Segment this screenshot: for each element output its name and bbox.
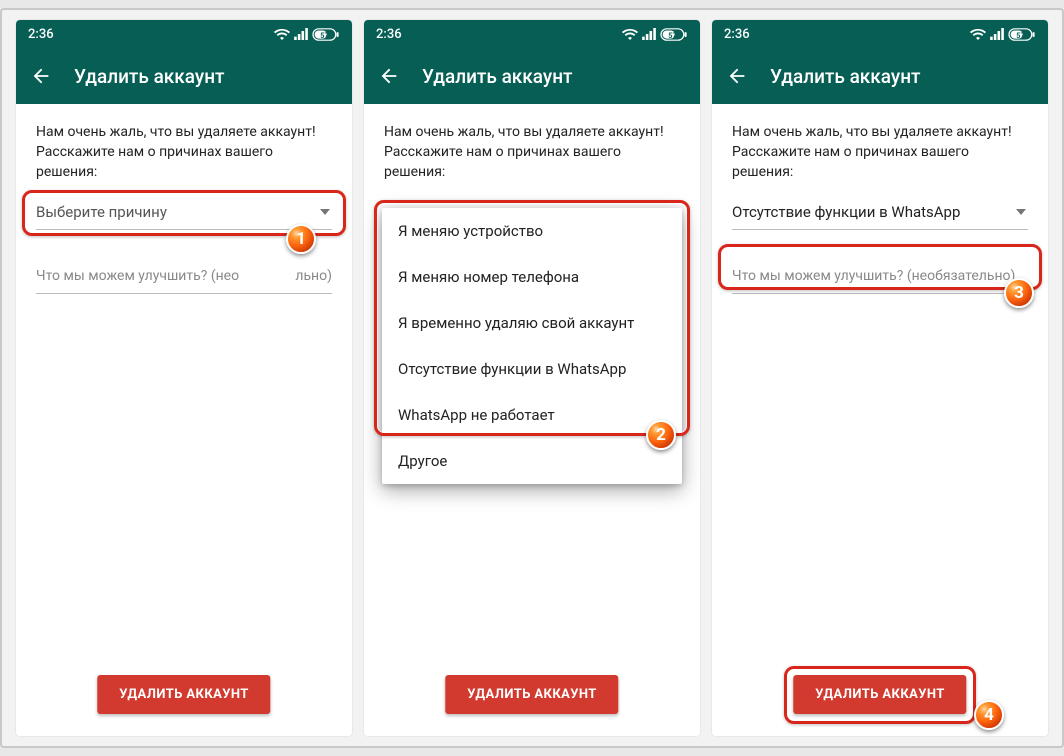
battery-icon: 57 [312,28,340,41]
screen-body: Нам очень жаль, что вы удаляете аккаунт!… [16,104,352,736]
screen-body: Нам очень жаль, что вы удаляете аккаунт!… [712,104,1048,736]
improve-input[interactable]: Что мы можем улучшить? (нео льно) [36,258,332,294]
reason-select-label: Отсутствие функции в WhatsApp [732,203,960,221]
delete-account-button[interactable]: УДАЛИТЬ АККАУНТ [97,675,270,714]
wifi-icon [970,28,986,40]
intro-text: Нам очень жаль, что вы удаляете аккаунт!… [384,122,680,182]
svg-text:57: 57 [1016,30,1024,39]
reason-select-label: Выберите причину [36,203,167,221]
page-title: Удалить аккаунт [770,65,921,88]
reason-select[interactable]: Выберите причину [36,194,332,230]
dropdown-item[interactable]: Я временно удаляю свой аккаунт [382,300,682,346]
delete-account-button[interactable]: УДАЛИТЬ АККАУНТ [793,675,966,714]
dropdown-item[interactable]: Отсутствие функции в WhatsApp [382,346,682,392]
app-bar: Удалить аккаунт [364,48,700,104]
reason-dropdown: Я меняю устройство Я меняю номер телефон… [382,208,682,484]
intro-text: Нам очень жаль, что вы удаляете аккаунт!… [732,122,1028,182]
improve-placeholder-right: льно) [295,268,332,284]
svg-text:57: 57 [668,30,676,39]
battery-icon: 57 [1008,28,1036,41]
phone-screen-2: 2:36 57 Удалить аккаунт Нам очень жаль, … [364,20,700,736]
chevron-down-icon [1016,209,1026,215]
improve-input[interactable]: Что мы можем улучшить? (необязательно) [732,258,1028,294]
svg-text:57: 57 [320,30,328,39]
status-icons: 57 [622,28,688,41]
phone-screen-1: 2:36 57 Удалить аккаунт Нам очень жаль, … [16,20,352,736]
dropdown-item[interactable]: Я меняю устройство [382,208,682,254]
intro-text: Нам очень жаль, что вы удаляете аккаунт!… [36,122,332,182]
delete-account-button[interactable]: УДАЛИТЬ АККАУНТ [445,675,618,714]
dropdown-item[interactable]: WhatsApp не работает [382,392,682,438]
status-time: 2:36 [724,27,750,42]
app-bar: Удалить аккаунт [16,48,352,104]
back-arrow-icon[interactable] [378,65,400,87]
phone-screen-3: 2:36 57 Удалить аккаунт Нам очень жаль, … [712,20,1048,736]
status-icons: 57 [970,28,1036,41]
wifi-icon [274,28,290,40]
reason-select[interactable]: Отсутствие функции в WhatsApp [732,194,1028,230]
app-bar: Удалить аккаунт [712,48,1048,104]
improve-placeholder: Что мы можем улучшить? (необязательно) [732,268,1015,284]
improve-placeholder-left: Что мы можем улучшить? (нео [36,268,239,284]
dropdown-item[interactable]: Другое [382,438,682,484]
signal-icon [990,28,1004,40]
status-bar: 2:36 57 [364,20,700,48]
page-title: Удалить аккаунт [74,65,225,88]
chevron-down-icon [320,209,330,215]
wifi-icon [622,28,638,40]
status-icons: 57 [274,28,340,41]
page-title: Удалить аккаунт [422,65,573,88]
status-time: 2:36 [376,27,402,42]
back-arrow-icon[interactable] [726,65,748,87]
signal-icon [642,28,656,40]
back-arrow-icon[interactable] [30,65,52,87]
battery-icon: 57 [660,28,688,41]
step-badge-4: 4 [974,700,1004,730]
dropdown-item[interactable]: Я меняю номер телефона [382,254,682,300]
status-time: 2:36 [28,27,54,42]
status-bar: 2:36 57 [16,20,352,48]
signal-icon [294,28,308,40]
tutorial-composite: 2:36 57 Удалить аккаунт Нам очень жаль, … [0,8,1064,748]
status-bar: 2:36 57 [712,20,1048,48]
